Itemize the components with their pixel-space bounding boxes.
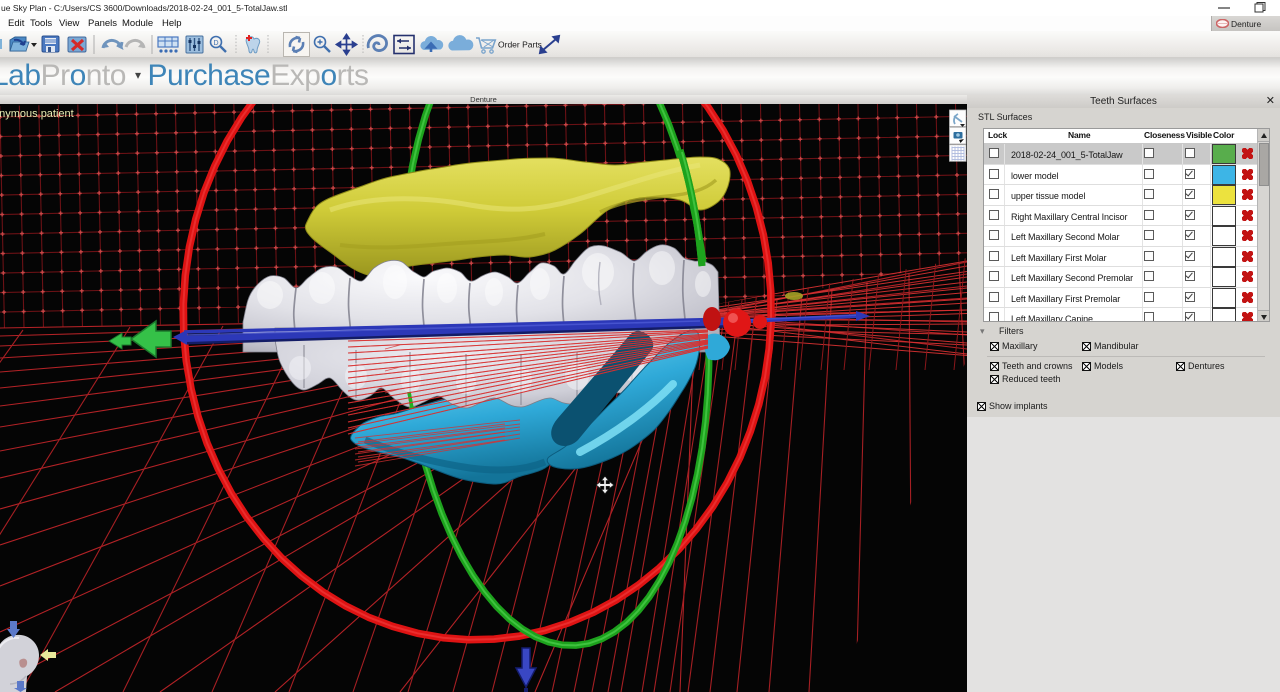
svg-text:Order Parts: Order Parts — [498, 40, 542, 50]
svg-text:D: D — [214, 40, 219, 47]
svg-text:onymous patient: onymous patient — [0, 108, 74, 120]
